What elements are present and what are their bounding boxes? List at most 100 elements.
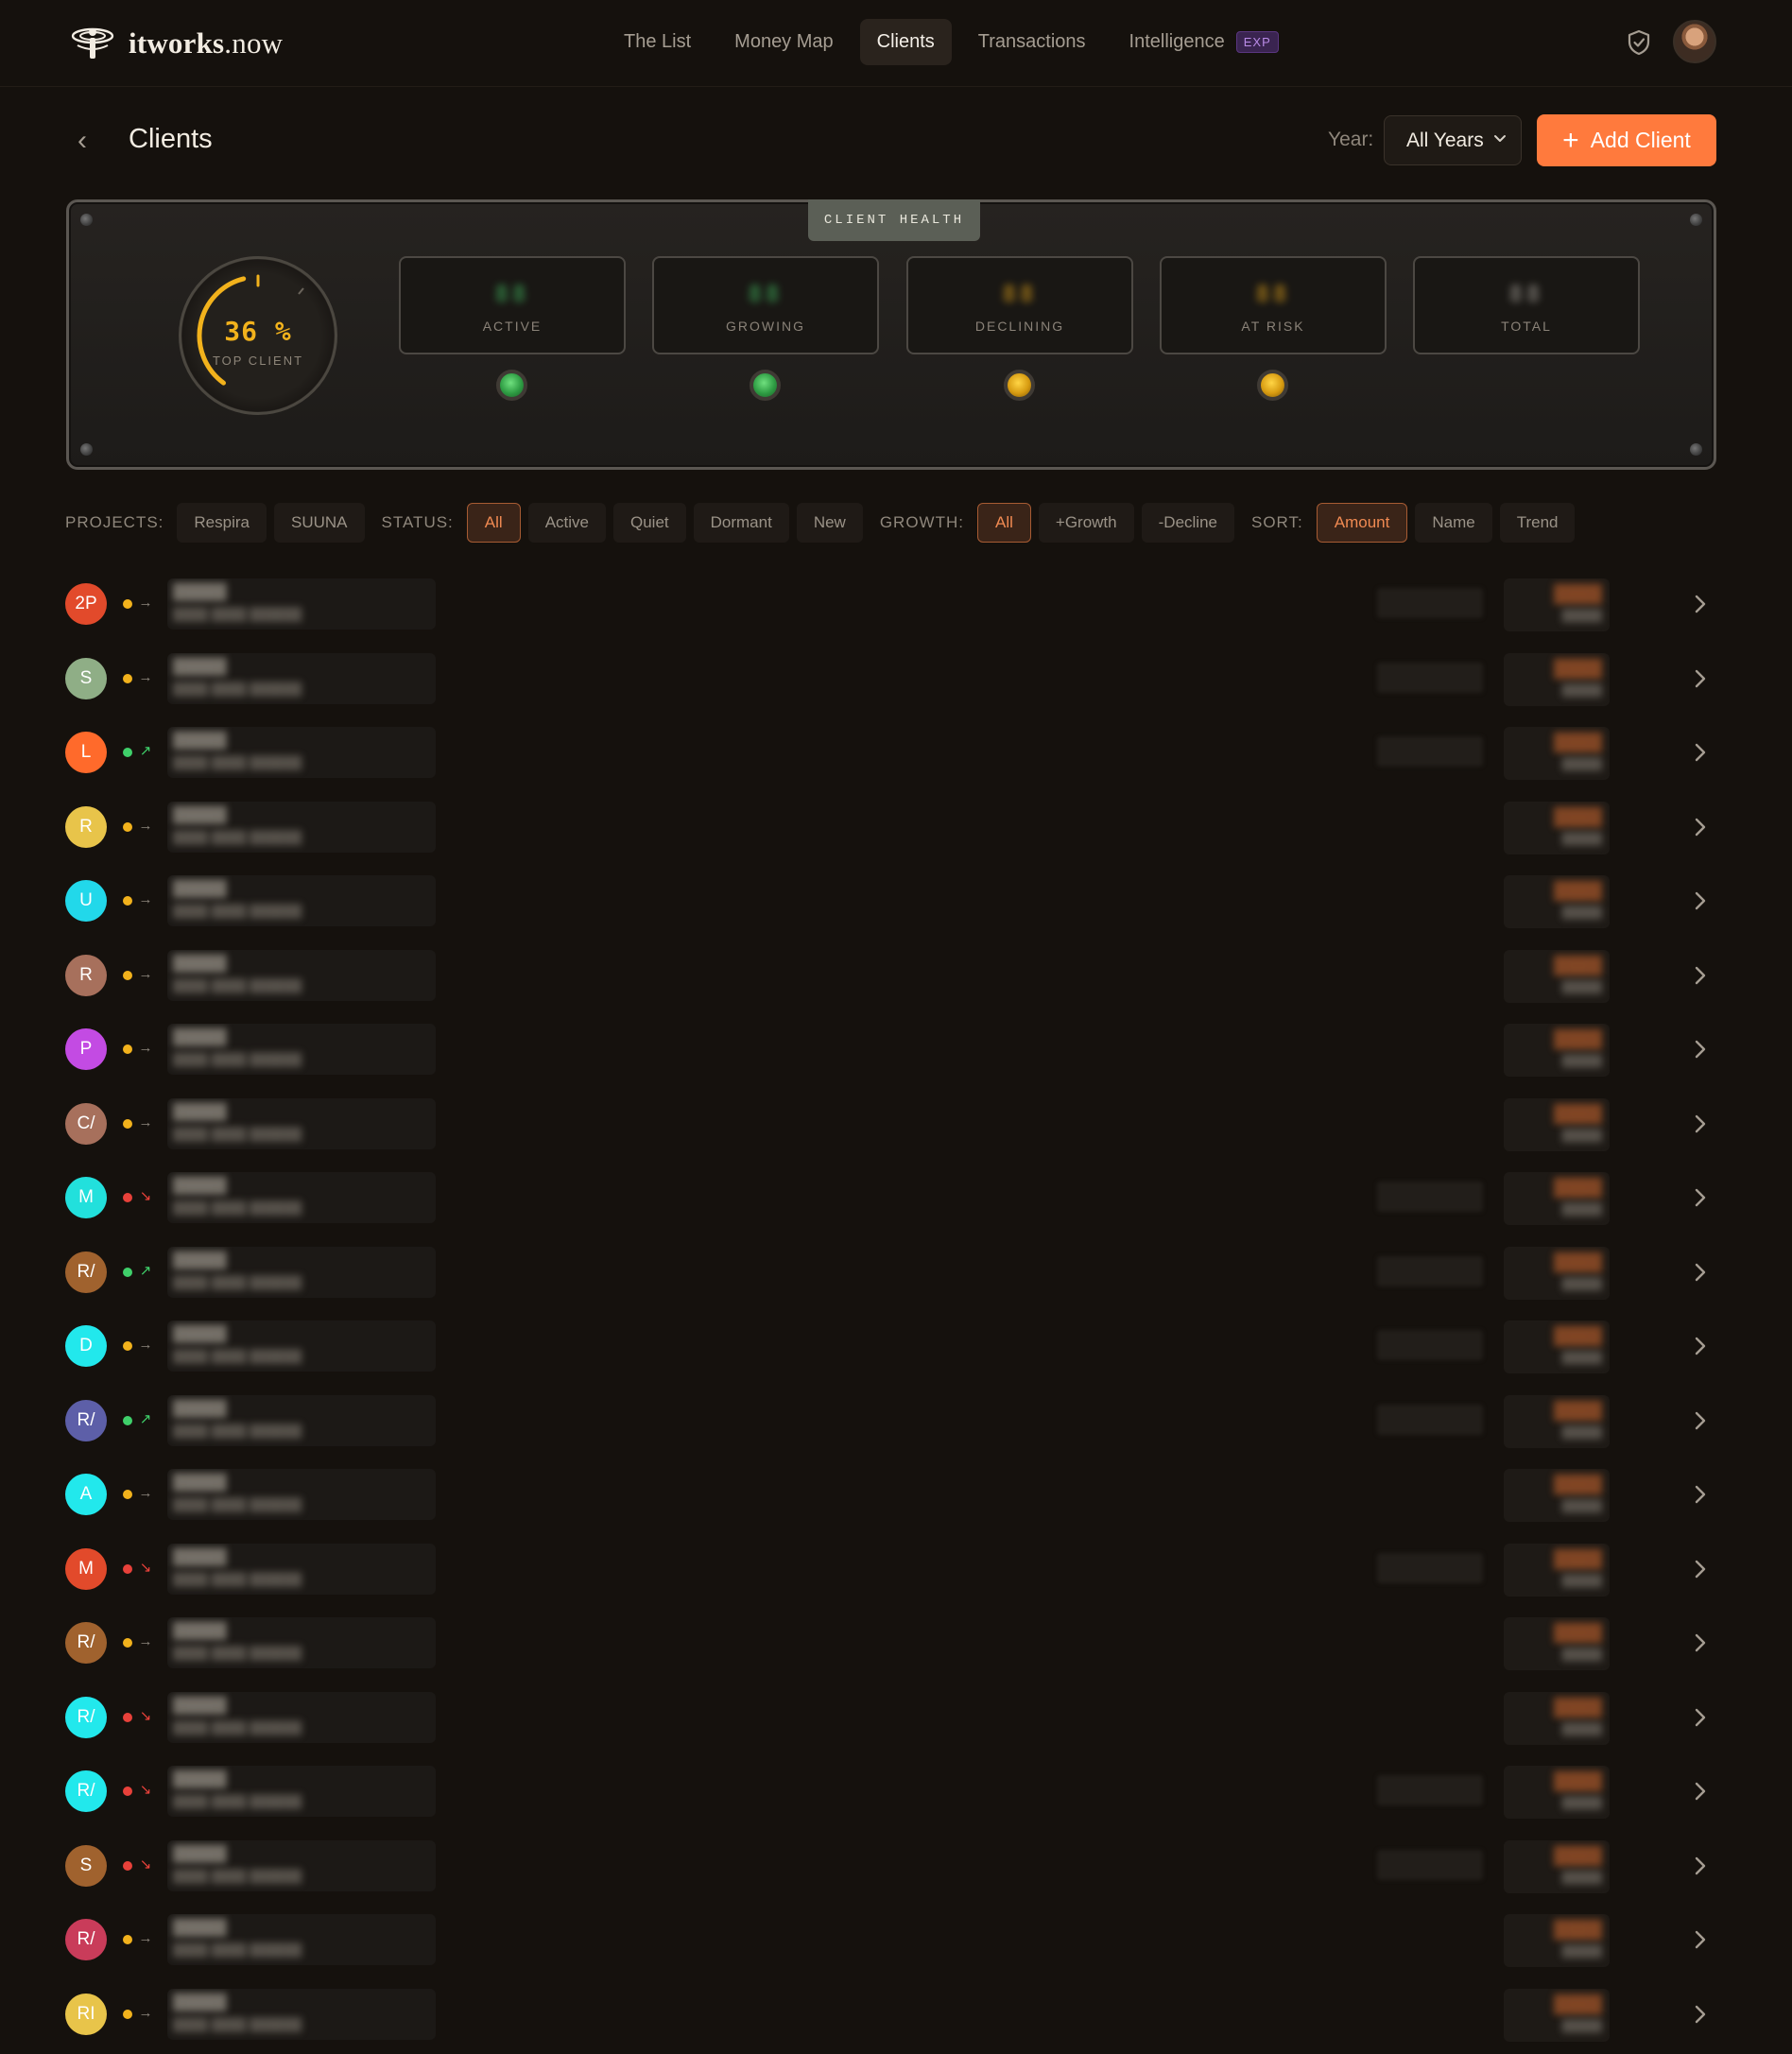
chevron-right-icon[interactable] (1691, 1854, 1710, 1878)
add-client-label: Add Client (1590, 128, 1691, 152)
add-client-button[interactable]: + Add Client (1537, 114, 1716, 166)
meter-active[interactable]: 88 ACTIVE (399, 256, 626, 354)
status-dot (123, 1490, 132, 1499)
project-chip-suuna[interactable]: SUUNA (274, 503, 365, 543)
meter-declining[interactable]: 88 DECLINING (906, 256, 1133, 354)
client-row[interactable]: S → █████ ████ ████ ██████ ████ █████ (65, 642, 1716, 716)
chevron-right-icon[interactable] (1691, 740, 1710, 765)
client-row[interactable]: A → █████ ████ ████ ██████ ████ █████ (65, 1458, 1716, 1532)
client-name-redacted: █████ ████ ████ ██████ (167, 1543, 436, 1595)
client-meta-redacted (1377, 1330, 1483, 1360)
sort-chip-trend[interactable]: Trend (1499, 503, 1576, 543)
client-row[interactable]: S ↘ █████ ████ ████ ██████ ████ █████ (65, 1829, 1716, 1904)
growth-chip-decline[interactable]: -Decline (1141, 503, 1234, 543)
sort-chip-amount[interactable]: Amount (1316, 503, 1408, 543)
client-meta-redacted (1377, 1255, 1483, 1286)
trend-arrow-icon: ↗ (139, 743, 152, 759)
year-select[interactable]: All Years (1384, 115, 1522, 165)
client-avatar: R/ (65, 1251, 107, 1293)
chevron-right-icon[interactable] (1691, 1631, 1710, 1655)
client-amount-redacted: ████ █████ (1504, 1988, 1610, 2042)
status-dot (123, 2009, 132, 2019)
chevron-right-icon[interactable] (1691, 963, 1710, 988)
client-row[interactable]: R/ ↗ █████ ████ ████ ██████ ████ █████ (65, 1235, 1716, 1310)
client-name-redacted: █████ ████ ████ ██████ (167, 875, 436, 926)
chevron-right-icon[interactable] (1691, 1482, 1710, 1507)
chevron-right-icon[interactable] (1691, 666, 1710, 691)
client-avatar: U (65, 880, 107, 922)
status-chip-quiet[interactable]: Quiet (612, 503, 686, 543)
meter-at-risk[interactable]: 88 AT RISK (1160, 256, 1387, 354)
client-row[interactable]: L ↗ █████ ████ ████ ██████ ████ █████ (65, 716, 1716, 790)
status-dot (123, 821, 132, 832)
chevron-right-icon[interactable] (1691, 1927, 1710, 1952)
client-row[interactable]: R → █████ ████ ████ ██████ ████ █████ (65, 790, 1716, 865)
client-row[interactable]: R/ → █████ ████ ████ ██████ ████ █████ (65, 1903, 1716, 1977)
client-row[interactable]: R/ ↘ █████ ████ ████ ██████ ████ █████ (65, 1754, 1716, 1829)
shield-check-icon[interactable] (1626, 28, 1652, 57)
chevron-right-icon[interactable] (1691, 1557, 1710, 1581)
growth-chip-all[interactable]: All (976, 503, 1031, 543)
chevron-right-icon[interactable] (1691, 1185, 1710, 1210)
client-row[interactable]: 2P → █████ ████ ████ ██████ ████ █████ (65, 567, 1716, 642)
status-dot (123, 748, 132, 757)
nav-clients[interactable]: Clients (859, 18, 952, 65)
status-chip-active[interactable]: Active (527, 503, 606, 543)
back-chevron-icon[interactable]: ‹ (78, 126, 100, 156)
chevron-right-icon[interactable] (1691, 1260, 1710, 1285)
chevron-right-icon[interactable] (1691, 1112, 1710, 1136)
plus-icon: + (1562, 124, 1579, 156)
nav-money-map[interactable]: Money Map (717, 19, 851, 65)
sort-chip-name[interactable]: Name (1415, 503, 1492, 543)
status-chip-dormant[interactable]: Dormant (693, 503, 789, 543)
client-row[interactable]: C/ → █████ ████ ████ ██████ ████ █████ (65, 1087, 1716, 1162)
chevron-right-icon[interactable] (1691, 1037, 1710, 1062)
client-row[interactable]: R/ ↘ █████ ████ ████ ██████ ████ █████ (65, 1681, 1716, 1755)
trend-arrow-icon: ↘ (139, 1559, 152, 1576)
chevron-right-icon[interactable] (1691, 1705, 1710, 1730)
chevron-right-icon[interactable] (1691, 815, 1710, 839)
status-dot (123, 1341, 132, 1351)
client-row[interactable]: U → █████ ████ ████ ██████ ████ █████ (65, 864, 1716, 939)
chevron-right-icon[interactable] (1691, 592, 1710, 616)
client-row[interactable]: R/ ↗ █████ ████ ████ ██████ ████ █████ (65, 1384, 1716, 1459)
status-dot (123, 1415, 132, 1425)
client-row[interactable]: M ↘ █████ ████ ████ ██████ ████ █████ (65, 1161, 1716, 1235)
client-row[interactable]: R/ → █████ ████ ████ ██████ ████ █████ (65, 1606, 1716, 1681)
client-amount-redacted: ████ █████ (1504, 578, 1610, 631)
chevron-right-icon[interactable] (1691, 889, 1710, 913)
meter-growing[interactable]: 88 GROWING (652, 256, 879, 354)
status-dot (123, 1638, 132, 1648)
status-chip-all[interactable]: All (466, 503, 521, 543)
client-avatar: R (65, 954, 107, 996)
meter-total[interactable]: 88 TOTAL (1413, 256, 1640, 354)
nav-the-list[interactable]: The List (607, 19, 708, 65)
trend-arrow-icon: → (138, 817, 153, 834)
client-row[interactable]: R → █████ ████ ████ ██████ ████ █████ (65, 939, 1716, 1013)
brand-logo[interactable]: itworks.now (70, 23, 283, 64)
status-chip-new[interactable]: New (796, 503, 863, 543)
client-amount-redacted: ████ █████ (1504, 1543, 1610, 1597)
nav-transactions[interactable]: Transactions (961, 19, 1103, 65)
client-row[interactable]: M ↘ █████ ████ ████ ██████ ████ █████ (65, 1532, 1716, 1607)
client-name-redacted: █████ ████ ████ ██████ (167, 1469, 436, 1520)
gauge-label: TOP CLIENT (212, 354, 304, 368)
client-name-redacted: █████ ████ ████ ██████ (167, 578, 436, 630)
client-row[interactable]: D → █████ ████ ████ ██████ ████ █████ (65, 1309, 1716, 1384)
growth-chip-growth[interactable]: +Growth (1038, 503, 1134, 543)
trend-arrow-icon: → (138, 891, 153, 907)
trend-arrow-icon: ↘ (139, 1782, 152, 1798)
chevron-right-icon[interactable] (1691, 1334, 1710, 1358)
client-row[interactable]: P → █████ ████ ████ ██████ ████ █████ (65, 1012, 1716, 1087)
client-name-redacted: █████ ████ ████ ██████ (167, 1766, 436, 1817)
chevron-right-icon[interactable] (1691, 1408, 1710, 1433)
chevron-right-icon[interactable] (1691, 1779, 1710, 1804)
client-avatar: RI (65, 1993, 107, 2035)
client-row[interactable]: RI → █████ ████ ████ ██████ ████ █████ (65, 1977, 1716, 2052)
client-list: 2P → █████ ████ ████ ██████ ████ █████ S → █████… (65, 567, 1716, 2051)
chevron-right-icon[interactable] (1691, 2002, 1710, 2027)
project-chip-respira[interactable]: Respira (177, 503, 267, 543)
page-title: Clients (129, 124, 213, 154)
user-avatar[interactable] (1673, 20, 1716, 63)
nav-intelligence[interactable]: Intelligence EXP (1112, 19, 1296, 65)
